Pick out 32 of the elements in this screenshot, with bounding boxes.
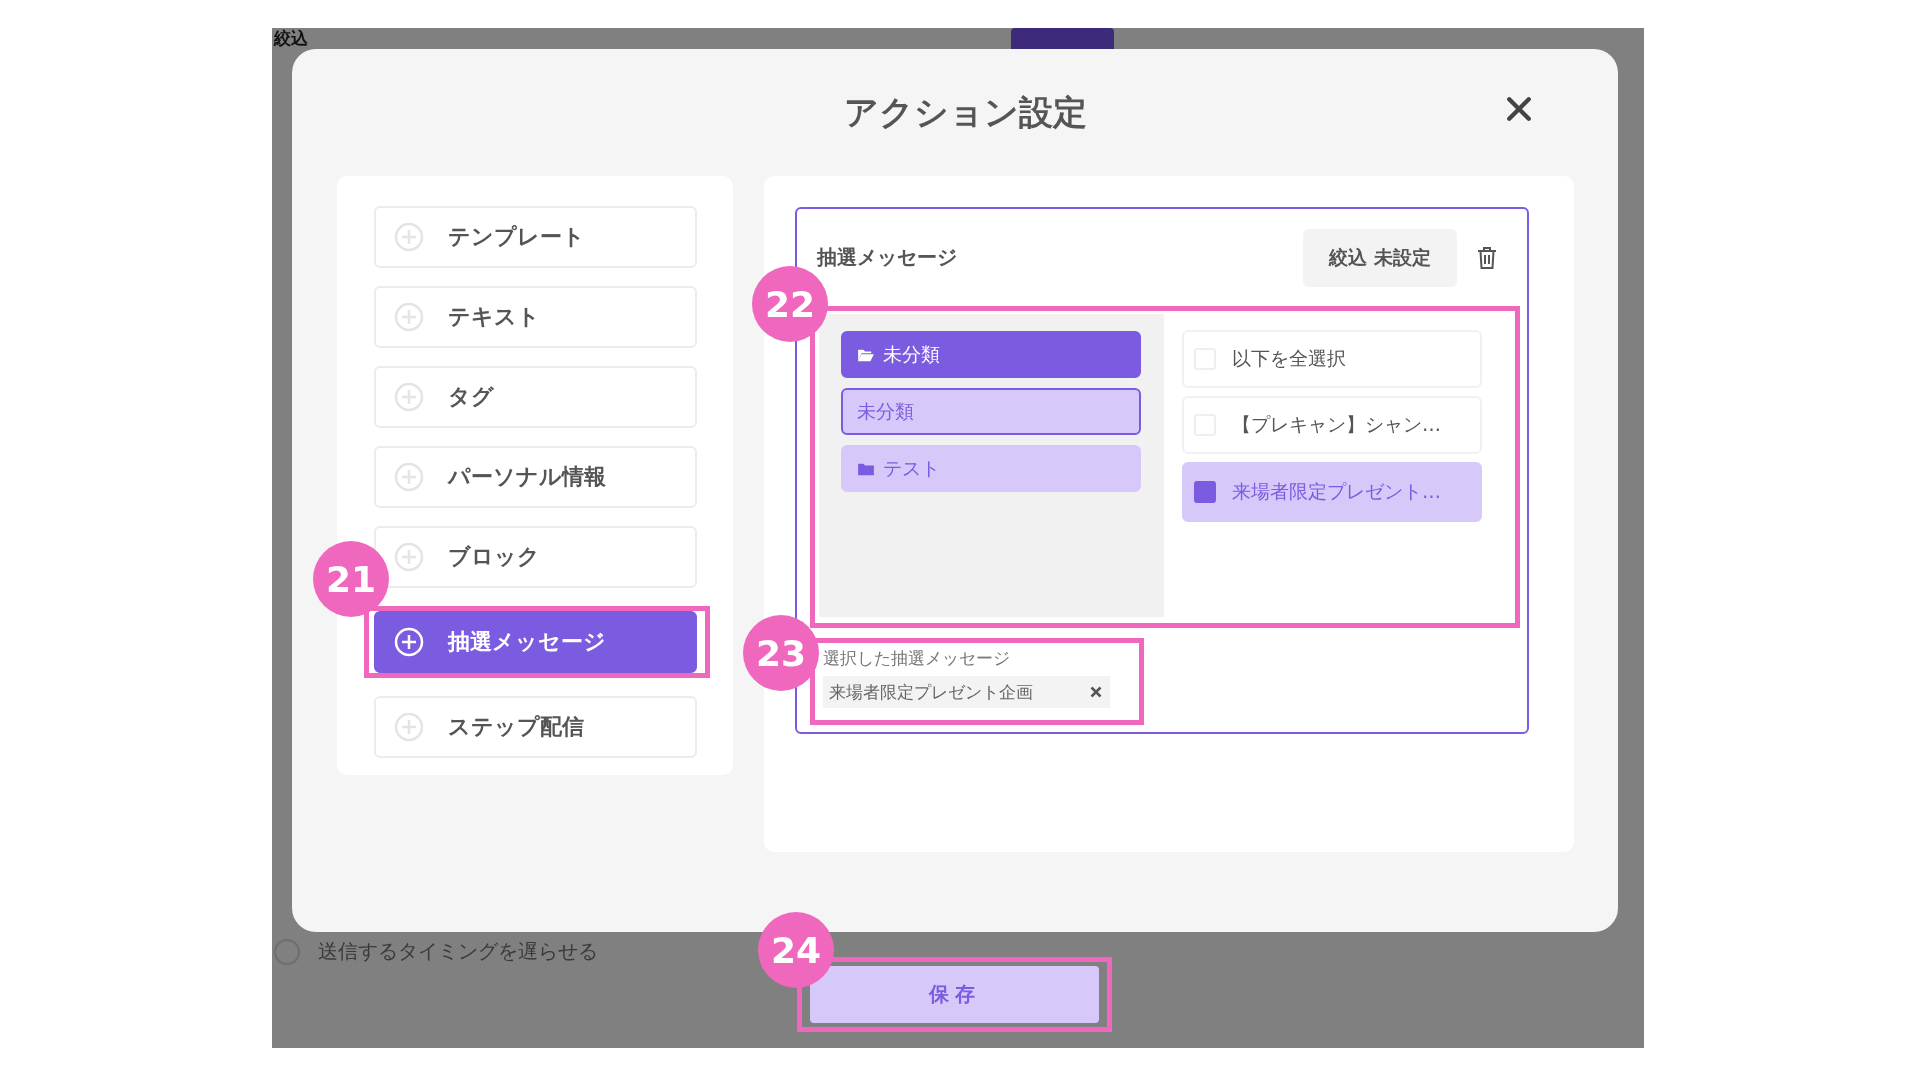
radio-label: 送信するタイミングを遅らせる (318, 938, 598, 965)
modal-title: アクション設定 (844, 90, 1087, 134)
section-heading: 絞込 (274, 28, 308, 50)
annotation-badge: 23 (743, 615, 819, 691)
selected-label: 選択した抽選メッセージ (823, 647, 1011, 670)
plus-circle-icon (394, 542, 424, 572)
annotation-badge: 22 (752, 266, 828, 342)
plus-circle-icon (394, 302, 424, 332)
action-type-item[interactable]: 抽選メッセージ (374, 611, 697, 673)
chip-label: 来場者限定プレゼント企画 (829, 680, 1033, 704)
message-option[interactable]: 以下を全選択 (1182, 330, 1482, 388)
folder-item[interactable]: 未分類 (841, 331, 1141, 378)
plus-circle-icon (394, 462, 424, 492)
filter-button[interactable]: 絞込 未設定 (1303, 228, 1457, 287)
close-icon[interactable] (1506, 96, 1532, 122)
action-type-item[interactable]: ステップ配信 (374, 696, 697, 758)
folder-icon (857, 461, 875, 476)
checkbox[interactable] (1194, 481, 1216, 503)
message-option[interactable]: 【プレキャン】シャン… (1182, 396, 1482, 454)
annotation-badge: 21 (313, 541, 389, 617)
plus-circle-icon (394, 712, 424, 742)
action-type-item[interactable]: テキスト (374, 286, 697, 348)
action-type-item[interactable]: タグ (374, 366, 697, 428)
plus-circle-icon (394, 222, 424, 252)
open-folder-icon (857, 347, 875, 362)
action-type-item[interactable]: テンプレート (374, 206, 697, 268)
action-type-item[interactable]: パーソナル情報 (374, 446, 697, 508)
action-type-item[interactable]: ブロック (374, 526, 697, 588)
trash-icon[interactable] (1477, 245, 1497, 270)
plus-circle-icon (394, 627, 424, 657)
remove-icon[interactable] (1090, 686, 1102, 698)
plus-circle-icon (394, 382, 424, 412)
